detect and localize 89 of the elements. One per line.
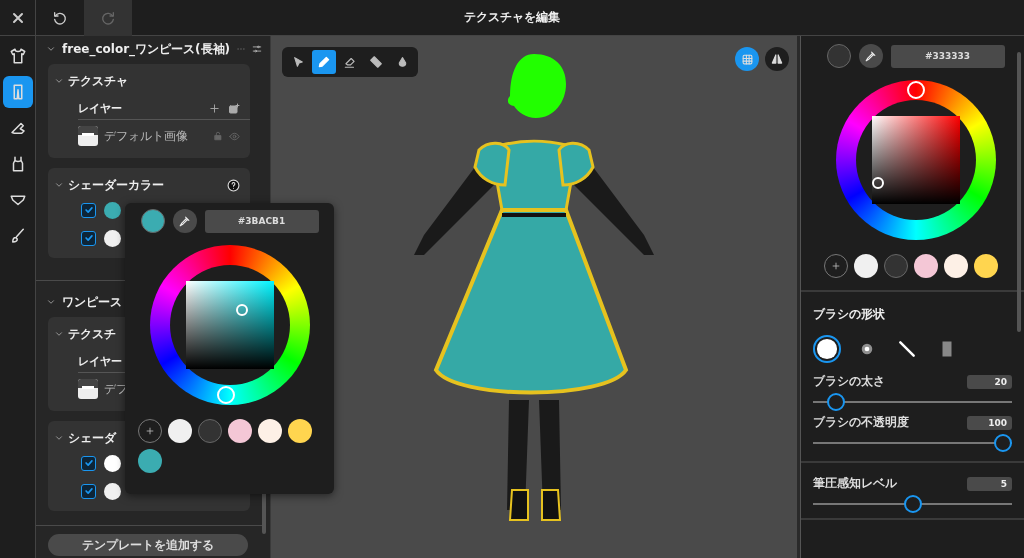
- chevron-down-icon: [54, 329, 64, 339]
- check-icon: [83, 486, 94, 496]
- color-swatch[interactable]: [943, 254, 968, 278]
- color-swatch[interactable]: [227, 419, 252, 443]
- chevron-down-icon: [46, 297, 56, 307]
- color-swatch[interactable]: [883, 254, 908, 278]
- cursor-icon: [291, 55, 305, 69]
- chevron-down-icon: [54, 76, 64, 86]
- layer-thumbnail: [78, 126, 98, 146]
- card-title: シェーダ: [68, 429, 116, 447]
- color-swatch[interactable]: [973, 254, 998, 278]
- card-title: シェーダーカラー: [68, 176, 164, 194]
- hex-color-field[interactable]: #3BACB1: [204, 209, 319, 233]
- eyedropper-icon: [178, 214, 191, 228]
- color-swatch[interactable]: [853, 254, 878, 278]
- plus-icon: [209, 103, 220, 114]
- saturation-value-square[interactable]: [871, 116, 960, 204]
- mirror-icon: [770, 52, 784, 66]
- chevron-down-icon: [54, 433, 64, 443]
- slider-thumb[interactable]: [994, 434, 1012, 452]
- slider-label: ブラシの太さ: [813, 373, 885, 390]
- category-tab[interactable]: [2, 76, 33, 108]
- check-icon: [83, 233, 94, 243]
- eraser-icon: [343, 55, 357, 69]
- section-title: ワンピース: [62, 293, 122, 311]
- line-brush-icon: [897, 339, 917, 359]
- help-icon: [227, 178, 240, 192]
- layer-name[interactable]: デフォルト画像: [104, 127, 188, 145]
- plus-icon: [830, 261, 841, 271]
- value-field[interactable]: 20: [967, 374, 1012, 389]
- soft-brush-icon: [860, 342, 874, 356]
- eye-icon: [229, 130, 240, 142]
- grid-icon: [740, 52, 754, 66]
- fill-icon: [369, 55, 383, 69]
- layer-thumbnail: [78, 379, 98, 399]
- plus-icon: [144, 426, 155, 436]
- saturation-thumb[interactable]: [236, 304, 249, 317]
- hue-thumb[interactable]: [906, 81, 925, 99]
- card-title: テクスチャ: [68, 72, 128, 90]
- lock-icon: [213, 131, 223, 141]
- slider-thumb[interactable]: [827, 393, 846, 411]
- color-dot[interactable]: [104, 229, 121, 247]
- color-swatch[interactable]: [913, 254, 938, 278]
- color-swatch[interactable]: [257, 419, 282, 443]
- saturation-thumb[interactable]: [871, 176, 884, 189]
- tool-button[interactable]: [312, 50, 336, 74]
- view-toggle-button[interactable]: [735, 47, 759, 71]
- undo-icon: [52, 9, 68, 26]
- eyedropper-icon: [864, 49, 877, 63]
- color-dot[interactable]: [104, 454, 121, 472]
- hue-thumb[interactable]: [217, 385, 236, 404]
- checkbox[interactable]: [81, 230, 96, 246]
- color-swatch[interactable]: [197, 419, 222, 443]
- slider-thumb[interactable]: [903, 495, 922, 513]
- add-image-icon: [228, 102, 240, 115]
- window-title: テクスチャを編集: [464, 9, 560, 26]
- color-swatch[interactable]: [287, 419, 312, 443]
- slider-label: 筆圧感知レベル: [813, 475, 897, 492]
- check-icon: [83, 205, 94, 215]
- brush-shape-button[interactable]: [813, 335, 841, 363]
- color-swatch[interactable]: [137, 449, 162, 473]
- color-dot[interactable]: [104, 482, 121, 500]
- redo-icon: [100, 9, 116, 26]
- layer-label: レイヤー: [78, 354, 123, 369]
- layer-label: レイヤー: [78, 101, 123, 116]
- chevron-down-icon: [54, 180, 64, 190]
- eyedropper-button[interactable]: [172, 209, 197, 233]
- check-icon: [83, 458, 94, 468]
- slider-label: ブラシの不透明度: [813, 414, 909, 431]
- card-title: テクスチ: [68, 325, 116, 343]
- value-field[interactable]: 100: [967, 415, 1012, 430]
- checkbox[interactable]: [81, 455, 96, 471]
- checkbox[interactable]: [81, 483, 96, 499]
- shirt-icon: [8, 47, 27, 65]
- value-field[interactable]: 5: [967, 476, 1012, 491]
- color-swatch[interactable]: [167, 419, 192, 443]
- pencil-icon: [317, 55, 331, 69]
- hex-color-field[interactable]: #333333: [890, 44, 1005, 68]
- round-brush-icon: [816, 338, 838, 360]
- checkbox[interactable]: [81, 202, 96, 218]
- add-template-button[interactable]: テンプレートを追加する: [48, 534, 248, 556]
- sliders-icon: [252, 43, 262, 55]
- eyedropper-button[interactable]: [858, 44, 883, 68]
- chevron-down-icon: [46, 44, 56, 54]
- section-title: ブラシの形状: [813, 306, 886, 323]
- saturation-value-square[interactable]: [185, 281, 274, 369]
- view-toggle-button[interactable]: [765, 47, 789, 71]
- color-dot[interactable]: [104, 201, 121, 219]
- section-title: free_color_ワンピース(長袖): [62, 40, 231, 58]
